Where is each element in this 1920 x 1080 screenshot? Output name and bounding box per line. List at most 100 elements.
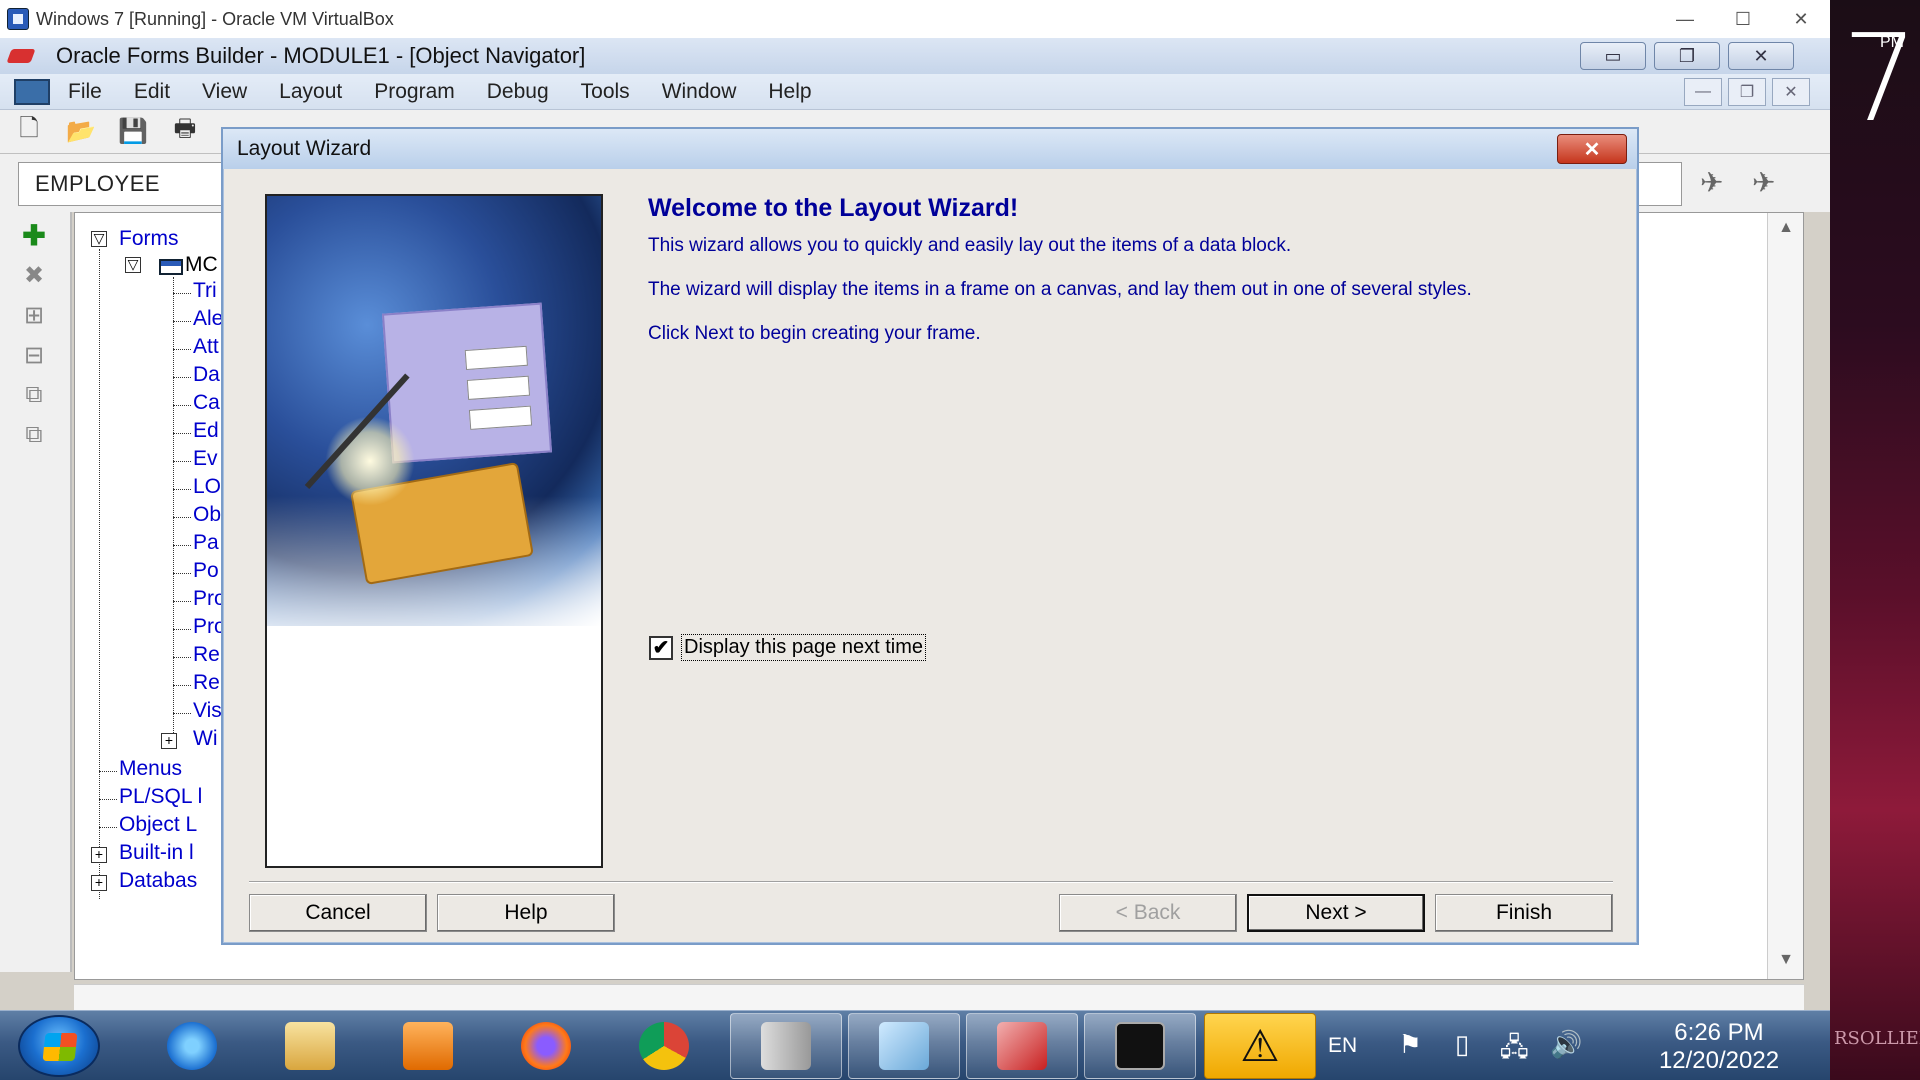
taskbar-file-explorer[interactable] xyxy=(254,1013,366,1079)
builtin-expand-toggle[interactable]: + xyxy=(91,847,107,863)
display-next-time-checkbox[interactable]: ✔ Display this page next time xyxy=(649,634,927,661)
language-indicator[interactable]: EN xyxy=(1328,1034,1357,1058)
menu-debug[interactable]: Debug xyxy=(471,80,565,104)
windows-logo-icon xyxy=(42,1033,78,1061)
tree-node-data-blocks[interactable]: Da xyxy=(193,363,220,387)
windows-expand-toggle[interactable]: + xyxy=(161,733,177,749)
taskbar-command-prompt[interactable] xyxy=(1084,1013,1196,1079)
tree-node-module[interactable]: MC xyxy=(185,253,218,277)
wizard-content: Welcome to the Layout Wizard! This wizar… xyxy=(648,194,1608,367)
module-collapse-toggle[interactable]: ▽ xyxy=(125,257,141,273)
tree-node-windows[interactable]: Wi xyxy=(193,727,218,751)
start-button[interactable] xyxy=(18,1015,100,1077)
forms-restore-button[interactable]: ❐ xyxy=(1654,42,1720,70)
menu-layout[interactable]: Layout xyxy=(263,80,358,104)
tree-node-plsql-libraries[interactable]: PL/SQL l xyxy=(119,785,202,809)
forms-collapse-toggle[interactable]: ▽ xyxy=(91,231,107,247)
navigator-side-toolbar: ✚ ✖ ⊞ ⊟ ⧉ ⧉ xyxy=(0,212,72,972)
tree-node-reports[interactable]: Re xyxy=(193,671,220,695)
tree-node-popup-menus[interactable]: Po xyxy=(193,559,219,583)
tree-node-alerts[interactable]: Ale xyxy=(193,307,223,331)
wizard-titlebar: Layout Wizard ✕ xyxy=(223,129,1637,169)
navigator-find-field[interactable]: EMPLOYEE xyxy=(18,162,228,206)
scroll-down-arrow-icon[interactable]: ▼ xyxy=(1774,951,1798,975)
menu-program[interactable]: Program xyxy=(358,80,471,104)
tree-node-builtin-packages[interactable]: Built-in l xyxy=(119,841,194,865)
collapse-all-icon[interactable]: ⧉ xyxy=(12,418,56,452)
forms-builder-icon xyxy=(997,1022,1047,1070)
expand-icon[interactable]: ⊞ xyxy=(12,298,56,332)
menu-tools[interactable]: Tools xyxy=(565,80,646,104)
taskbar-media-player[interactable] xyxy=(372,1013,484,1079)
finish-button[interactable]: Finish xyxy=(1435,894,1613,932)
tree-node-menus[interactable]: Menus xyxy=(119,757,182,781)
expand-all-icon[interactable]: ⧉ xyxy=(12,378,56,412)
tree-node-object-groups[interactable]: Ob xyxy=(193,503,221,527)
menu-view[interactable]: View xyxy=(186,80,263,104)
tree-node-forms[interactable]: Forms xyxy=(119,227,179,251)
tree-horizontal-scrollbar[interactable] xyxy=(74,984,1804,1010)
notepad-icon xyxy=(879,1022,929,1070)
taskbar-firefox[interactable] xyxy=(490,1013,602,1079)
taskbar-chrome[interactable] xyxy=(608,1013,720,1079)
child-minimize-button[interactable]: — xyxy=(1684,78,1722,106)
save-icon[interactable]: 💾 xyxy=(114,116,152,148)
tree-node-visual-attributes[interactable]: Vis xyxy=(193,699,222,723)
taskbar-warning-app[interactable]: ⚠ xyxy=(1204,1013,1316,1079)
collapse-icon[interactable]: ⊟ xyxy=(12,338,56,372)
database-run-icon xyxy=(761,1022,811,1070)
tree-node-canvases[interactable]: Ca xyxy=(193,391,220,415)
tree-node-events[interactable]: Ev xyxy=(193,447,218,471)
forms-minimize-button[interactable]: ▭ xyxy=(1580,42,1646,70)
tree-node-database-objects[interactable]: Databas xyxy=(119,869,197,893)
new-file-icon[interactable]: 🗋 xyxy=(10,115,48,148)
taskbar-database-app[interactable] xyxy=(730,1013,842,1079)
checkbox-checkmark-icon[interactable]: ✔ xyxy=(649,635,673,660)
create-plus-icon[interactable]: ✚ xyxy=(12,218,56,252)
menu-help[interactable]: Help xyxy=(752,80,827,104)
find-previous-icon[interactable]: ✈ xyxy=(1700,166,1723,199)
scroll-up-arrow-icon[interactable]: ▲ xyxy=(1774,219,1798,243)
forms-close-button[interactable]: ✕ xyxy=(1728,42,1794,70)
tree-node-editors[interactable]: Ed xyxy=(193,419,219,443)
volume-icon[interactable]: 🔊 xyxy=(1549,1029,1583,1063)
menu-window[interactable]: Window xyxy=(646,80,753,104)
child-restore-button[interactable]: ❐ xyxy=(1728,78,1766,106)
back-button[interactable]: < Back xyxy=(1059,894,1237,932)
tree-node-parameters[interactable]: Pa xyxy=(193,531,219,555)
navigator-window-icon[interactable] xyxy=(14,78,50,105)
delete-x-icon[interactable]: ✖ xyxy=(12,258,56,292)
menu-file[interactable]: File xyxy=(50,80,118,104)
find-next-icon[interactable]: ✈ xyxy=(1752,166,1775,199)
close-button[interactable]: ✕ xyxy=(1772,0,1830,38)
display-next-time-label[interactable]: Display this page next time xyxy=(681,634,927,661)
taskbar-internet-explorer[interactable] xyxy=(136,1013,248,1079)
tree-node-attached-libraries[interactable]: Att xyxy=(193,335,219,359)
tree-node-triggers[interactable]: Tri xyxy=(193,279,217,303)
next-button[interactable]: Next > xyxy=(1247,894,1425,932)
firefox-icon xyxy=(521,1022,571,1070)
maximize-button[interactable]: ☐ xyxy=(1714,0,1772,38)
tree-node-record-groups[interactable]: Re xyxy=(193,643,220,667)
tree-vertical-scrollbar[interactable]: ▲ ▼ xyxy=(1767,213,1803,979)
wizard-close-button[interactable]: ✕ xyxy=(1557,134,1627,164)
wallpaper-signature: RSOLLIER xyxy=(1834,1028,1920,1049)
menu-edit[interactable]: Edit xyxy=(118,80,186,104)
database-expand-toggle[interactable]: + xyxy=(91,875,107,891)
tree-node-object-libraries[interactable]: Object L xyxy=(119,813,197,837)
cancel-button[interactable]: Cancel xyxy=(249,894,427,932)
taskbar-forms-builder[interactable] xyxy=(966,1013,1078,1079)
wizard-illustration xyxy=(265,194,603,868)
taskbar-notepad[interactable] xyxy=(848,1013,960,1079)
minimize-button[interactable]: — xyxy=(1656,0,1714,38)
open-folder-icon[interactable]: 📂 xyxy=(62,116,100,148)
tree-node-lovs[interactable]: LO xyxy=(193,475,221,499)
taskbar-clock[interactable]: 6:26 PM 12/20/2022 xyxy=(1634,1019,1804,1075)
action-center-flag-icon[interactable]: ⚑ xyxy=(1393,1029,1427,1063)
print-icon[interactable]: 🖶 xyxy=(166,115,204,148)
child-close-button[interactable]: ✕ xyxy=(1772,78,1810,106)
removable-device-icon[interactable]: ▯ xyxy=(1445,1029,1479,1063)
network-icon[interactable]: 🖧 xyxy=(1497,1029,1531,1063)
navigator-find-combo-right[interactable] xyxy=(1636,162,1682,206)
help-button[interactable]: Help xyxy=(437,894,615,932)
